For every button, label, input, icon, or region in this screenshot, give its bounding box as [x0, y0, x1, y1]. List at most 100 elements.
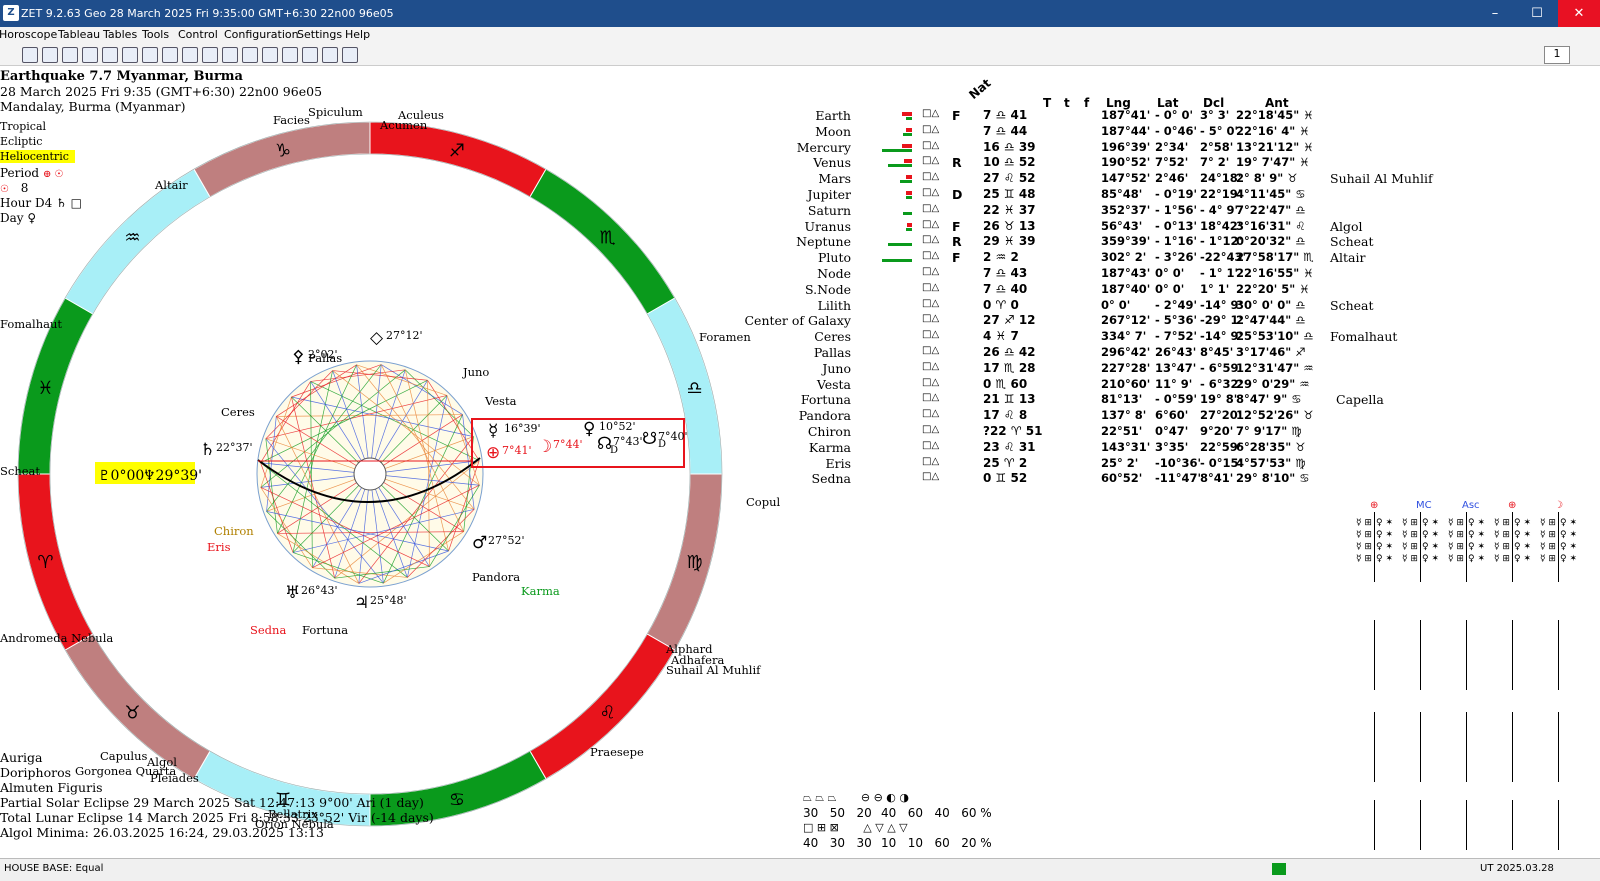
cell-ant: 8°47' 9" ♋	[1236, 392, 1302, 407]
table-row[interactable]: Neptune □△ R 29 ♓ 39 359°39' - 1°16' - 1°12' 0°…	[0, 234, 1600, 250]
table-row[interactable]: Ceres □△ 4 ♓ 7 334° 7' - 7°52' -14° 9' 25°53'1…	[0, 329, 1600, 345]
chart-icon[interactable]	[142, 47, 158, 63]
aspect-grid-cell: ☿ ⊞	[1402, 542, 1418, 552]
cell-lat: - 2°49'	[1155, 297, 1198, 312]
table-row[interactable]: Node □△ 7 ♎ 43 187°43' 0° 0' - 1° 1' 22°16'55"…	[0, 266, 1600, 282]
cell-pos: 29 ♓ 39	[983, 234, 1036, 249]
sheet-icon[interactable]	[202, 47, 218, 63]
minimize-button[interactable]: –	[1474, 0, 1516, 27]
table-row[interactable]: Venus □△ R 10 ♎ 52 190°52' 7°52' 7° 2' 19° 7'47…	[0, 155, 1600, 171]
app-icon: Z	[3, 5, 19, 21]
stat-h: 40	[803, 836, 819, 850]
menu-help[interactable]: Help	[345, 28, 370, 41]
stat-e: 60	[907, 806, 924, 820]
almuten-label: Almuten Figuris	[0, 780, 103, 795]
planet-glyph[interactable]: ♅	[285, 583, 300, 603]
table-row[interactable]: Mars □△ 27 ♌ 52 147°52' 2°46' 24°18' 2° 8' 9" …	[0, 171, 1600, 187]
stat-k: 10	[881, 836, 897, 850]
aspect-grid-cell: ☿ ⊞	[1540, 554, 1556, 564]
calendar-icon[interactable]	[222, 47, 238, 63]
planet-label: Karma	[521, 584, 560, 598]
planet-label: Chiron	[214, 524, 254, 538]
maximize-button[interactable]: ☐	[1516, 0, 1558, 27]
planet-glyph[interactable]: ♃	[354, 593, 369, 613]
menu-configuration[interactable]: Configuration	[224, 28, 299, 41]
table-row[interactable]: Chiron □△ ?22 ♈ 51 22°51' 0°47' 9°20' 7° 9'17"…	[0, 424, 1600, 440]
moon-icon[interactable]	[122, 47, 138, 63]
table-row[interactable]: Center of Galaxy □△ 27 ♐ 12 267°12' - 5°36' -…	[0, 313, 1600, 329]
table-row[interactable]: Juno □△ 17 ♏ 28 227°28' 13°47' - 6°59' 12°31'4…	[0, 361, 1600, 377]
page-spinner[interactable]: 1	[1544, 46, 1570, 64]
tools-icon[interactable]	[302, 47, 318, 63]
cell-lng: 0° 0'	[1101, 297, 1131, 312]
table-row[interactable]: S.Node □△ 7 ♎ 40 187°40' 0° 0' 1° 1' 22°20' 5"…	[0, 282, 1600, 298]
menu-settings[interactable]: Settings	[297, 28, 342, 41]
scales-icon[interactable]	[322, 47, 338, 63]
grid-divider	[1558, 512, 1559, 582]
table-row[interactable]: Earth □△ F 7 ♎ 41 187°41' - 0° 0' 3° 3' 22°18'4…	[0, 108, 1600, 124]
aspect-icons: □△	[922, 123, 940, 135]
status-bar: HOUSE BASE: Equal UT 2025.03.28	[0, 858, 1600, 881]
target-icon[interactable]	[282, 47, 298, 63]
cell-pos: 23 ♌ 31	[983, 439, 1036, 454]
planet-name: Ceres	[814, 329, 851, 345]
cell-dcl: - 1° 1'	[1200, 266, 1239, 280]
cell-pos: 7 ♎ 41	[983, 108, 1028, 122]
strength-bar-red	[906, 127, 912, 132]
table-row[interactable]: Vesta □△ 0 ♏ 60 210°60' 11° 9' - 6°32' 29° 0'2…	[0, 377, 1600, 393]
aspect-icons: □△	[922, 187, 940, 198]
menu-horoscope[interactable]: Horoscope	[0, 28, 57, 41]
planet-name: Saturn	[807, 202, 851, 218]
table-row[interactable]: Uranus □△ F 26 ♉ 13 56°43' - 0°13' 18°42' 3°16'…	[0, 219, 1600, 235]
globe-icon[interactable]	[62, 47, 78, 63]
aspect-grid-cell: ♀ ✶	[1422, 554, 1439, 564]
earth-icon[interactable]	[102, 47, 118, 63]
table-row[interactable]: Moon □△ 7 ♎ 44 187°44' - 0°46' - 5° 0' 22°16' …	[0, 124, 1600, 140]
pointer-icon[interactable]	[162, 47, 178, 63]
cell-star: Capella	[1336, 392, 1384, 408]
table-row[interactable]: Jupiter □△ D 25 ♊ 48 85°48' - 0°19' 22°19' 4°11…	[0, 187, 1600, 203]
cell-pos: 27 ♐ 12	[983, 313, 1036, 328]
cell-pos: ?22 ♈ 51	[983, 424, 1043, 438]
grid-icon[interactable]	[42, 47, 58, 63]
cell-lat: 11° 9'	[1155, 376, 1193, 391]
menu-tables[interactable]: Tables	[103, 28, 137, 41]
aspect-grid-cell: ♀ ✶	[1560, 530, 1577, 540]
menu-tools[interactable]: Tools	[142, 28, 169, 41]
menu-control[interactable]: Control	[178, 28, 218, 41]
table-row[interactable]: Eris □△ 25 ♈ 2 25° 2' -10°36' - 0°15' 4°57'53"…	[0, 456, 1600, 472]
close-button[interactable]: ✕	[1558, 0, 1600, 27]
planet-glyph[interactable]: ♂	[472, 533, 487, 553]
cell-dcl: 8°41'	[1200, 471, 1234, 486]
table-icon[interactable]	[182, 47, 198, 63]
stat-c: 20	[856, 806, 872, 820]
table-row[interactable]: Pandora □△ 17 ♌ 8 137° 8' 6°60' 27°20' 12°52'2…	[0, 408, 1600, 424]
planet-name: Fortuna	[800, 392, 851, 408]
aspect-grid-cell: ☿ ⊞	[1448, 530, 1464, 540]
world-icon[interactable]	[262, 47, 278, 63]
aspect-icons: □△	[922, 234, 940, 246]
cell-ant: 22°20' 5" ♓	[1236, 281, 1310, 296]
aspect-grid-cell: ♀ ✶	[1514, 554, 1531, 564]
map-icon[interactable]	[242, 47, 258, 63]
table-row[interactable]: Karma □△ 23 ♌ 31 143°31' 3°35' 22°59' 6°28'35"…	[0, 440, 1600, 456]
planet-name: Pluto	[817, 250, 851, 266]
cell-pos: 4 ♓ 7	[983, 329, 1019, 344]
cell-lng: 85°48'	[1101, 187, 1143, 201]
wheel-icon[interactable]	[82, 47, 98, 63]
table-row[interactable]: Lilith □△ 0 ♈ 0 0° 0' - 2°49' -14° 9' 30° 0' 0…	[0, 298, 1600, 314]
bar-icon[interactable]	[22, 47, 38, 63]
plant-icon[interactable]	[342, 47, 358, 63]
menu-tableau[interactable]: Tableau	[58, 28, 100, 41]
grid-divider	[1374, 712, 1375, 782]
cell-lng: 359°39'	[1101, 234, 1151, 249]
table-row[interactable]: Saturn □△ 22 ♓ 37 352°37' - 1°56' - 4° 9' 7°22…	[0, 203, 1600, 219]
table-row[interactable]: Pluto □△ F 2 ♒ 2 302° 2' - 3°26' -22°43' 27°58'…	[0, 250, 1600, 266]
table-row[interactable]: Pallas □△ 26 ♎ 42 296°42' 26°43' 8°45' 3°17'46…	[0, 345, 1600, 361]
aspect-icons: □△	[922, 171, 940, 183]
aspect-grid-cell: ♀ ✶	[1514, 518, 1531, 528]
table-row[interactable]: Mercury □△ 16 ♎ 39 196°39' 2°34' 2°58' 13°21'1…	[0, 140, 1600, 156]
table-row[interactable]: Sedna □△ 0 ♊ 52 60°52' -11°47' 8°41' 29° 8'10"…	[0, 471, 1600, 487]
table-row[interactable]: Fortuna □△ 21 ♊ 13 81°13' - 0°59' 19° 8' 8°47'…	[0, 392, 1600, 408]
aspect-icons: □△	[922, 345, 940, 356]
